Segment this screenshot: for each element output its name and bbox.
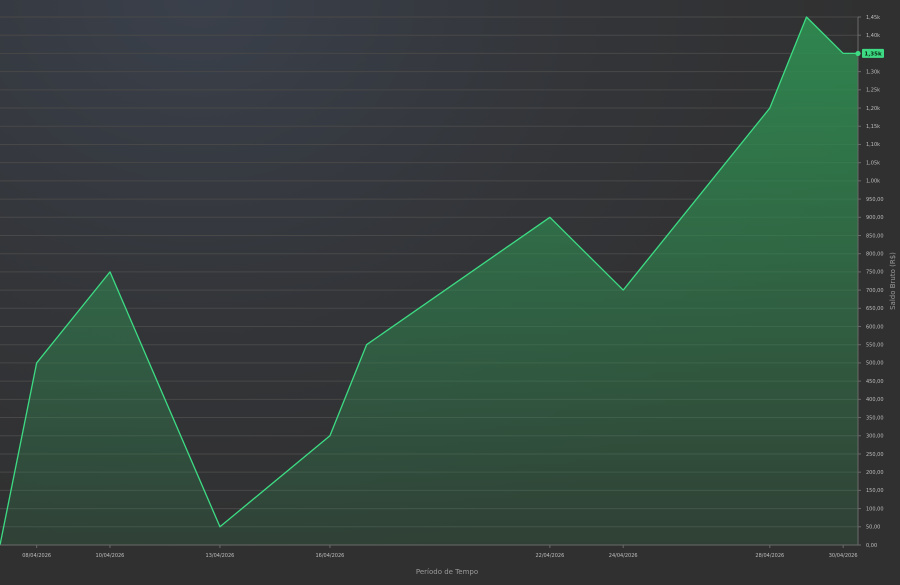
y-tick-label: 0,00 (866, 543, 877, 549)
y-tick-label: 450,00 (866, 379, 884, 385)
last-point-marker (855, 50, 861, 57)
y-tick-label: 50,00 (866, 525, 880, 531)
y-tick-label: 950,00 (866, 197, 884, 203)
y-tick-label: 1,05k (866, 160, 880, 166)
x-tick-labels: 08/04/2026 10/04/2026 13/04/2026 16/04/2026… (22, 545, 858, 559)
y-axis-title: Saldo Bruto (R$) (889, 252, 897, 310)
last-value-indicator: 1,35k (855, 48, 884, 58)
y-tick-label: 1,10k (866, 142, 880, 148)
y-tick-label: 1,00k (866, 179, 880, 185)
y-tick-label: 1,40k (866, 33, 880, 39)
y-tick-label: 1,30k (866, 69, 880, 75)
area-chart: 0,00 50,00 100,00 150,00 200,00 250,00 300,00 3… (0, 15, 897, 576)
x-tick-label: 10/04/2026 (96, 553, 125, 559)
y-tick-label: 200,00 (866, 470, 884, 476)
x-tick-label: 28/04/2026 (755, 553, 784, 559)
x-tick-label: 16/04/2026 (316, 553, 345, 559)
y-tick-label: 850,00 (866, 233, 884, 239)
y-tick-label: 1,25k (866, 88, 880, 94)
x-axis-title: Período de Tempo (416, 568, 478, 576)
y-tick-label: 150,00 (866, 488, 884, 494)
x-tick-label: 30/04/2026 (829, 553, 858, 559)
y-tick-label: 600,00 (866, 324, 884, 330)
y-tick-label: 100,00 (866, 506, 884, 512)
y-tick-label: 500,00 (866, 361, 884, 367)
y-tick-label: 400,00 (866, 397, 884, 403)
y-tick-label: 1,15k (866, 124, 880, 130)
y-tick-label: 700,00 (866, 288, 884, 294)
x-tick-label: 22/04/2026 (535, 553, 564, 559)
y-tick-label: 800,00 (866, 251, 884, 257)
series-area (0, 17, 858, 545)
y-tick-label: 350,00 (866, 415, 884, 421)
y-tick-label: 650,00 (866, 306, 884, 312)
y-tick-label: 750,00 (866, 270, 884, 276)
y-tick-label: 1,20k (866, 106, 880, 112)
area-fill (0, 17, 858, 545)
x-tick-label: 13/04/2026 (206, 553, 235, 559)
y-tick-label: 300,00 (866, 434, 884, 440)
chart-container: 0,00 50,00 100,00 150,00 200,00 250,00 300,00 3… (0, 0, 900, 585)
y-tick-labels: 0,00 50,00 100,00 150,00 200,00 250,00 300,00 3… (858, 15, 884, 549)
y-tick-label: 550,00 (866, 343, 884, 349)
y-tick-label: 1,45k (866, 15, 880, 21)
x-tick-label: 08/04/2026 (22, 553, 51, 559)
y-tick-label: 900,00 (866, 215, 884, 221)
last-value-label: 1,35k (864, 51, 882, 57)
y-tick-label: 250,00 (866, 452, 884, 458)
x-tick-label: 24/04/2026 (609, 553, 638, 559)
